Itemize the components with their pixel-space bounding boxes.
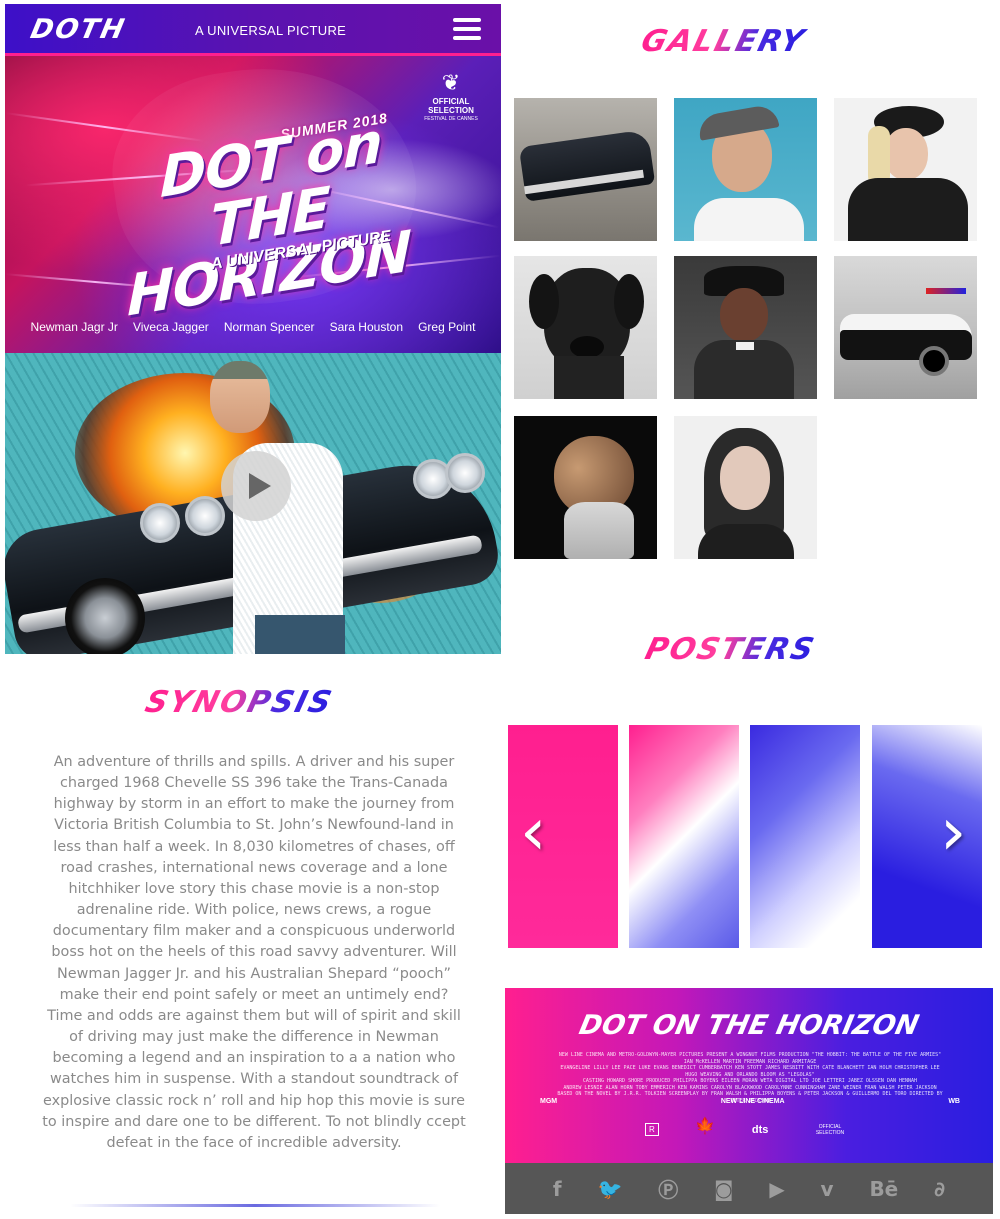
hero-banner: ❦ OFFICIAL SELECTION FESTIVAL DE CANNES …	[5, 56, 501, 353]
rating-badge: R	[645, 1123, 659, 1136]
gallery-thumb-young-woman[interactable]	[674, 416, 817, 559]
poster-thumb[interactable]	[629, 725, 739, 948]
studio-logos: MGM NEW LINE CINEMA WB	[540, 1098, 960, 1105]
header-tagline: A UNIVERSAL PICTURE	[195, 23, 347, 38]
cast-list: Newman Jagr Jr Viveca Jagger Norman Spen…	[5, 320, 501, 334]
gallery-thumb-old-man[interactable]	[514, 416, 657, 559]
synopsis-text: An adventure of thrills and spills. A dr…	[42, 754, 466, 1151]
rating-logos: R 🍁 dts OFFICIAL SELECTION	[645, 1116, 855, 1136]
divider	[70, 1204, 440, 1207]
cast-member[interactable]: Sara Houston	[330, 320, 403, 334]
cast-member[interactable]: Newman Jagr Jr	[31, 320, 118, 334]
banner-title: DOT ON THE HORIZON	[576, 1010, 922, 1041]
facebook-icon[interactable]: f	[553, 1177, 562, 1201]
cast-member[interactable]: Viveca Jagger	[133, 320, 209, 334]
gallery-thumb-car[interactable]	[514, 98, 657, 241]
trailer-video[interactable]	[5, 353, 501, 654]
hamburger-menu-icon[interactable]	[453, 18, 481, 42]
play-icon[interactable]	[221, 451, 291, 521]
new-line-logo: NEW LINE CINEMA	[720, 1098, 785, 1105]
mgm-logo: MGM	[540, 1098, 558, 1105]
billing-block: NEW LINE CINEMA AND METRO-GOLDWYN-MAYER …	[557, 1052, 943, 1104]
chevron-left-icon[interactable]: ‹	[520, 799, 554, 865]
gallery-thumb-woman-hat[interactable]	[834, 98, 977, 241]
chevron-right-icon[interactable]: ›	[940, 799, 974, 865]
vimeo-icon[interactable]: v	[821, 1177, 834, 1201]
twitter-icon[interactable]: 🐦	[597, 1177, 622, 1201]
behance-icon[interactable]: Bē	[869, 1177, 898, 1201]
cast-member[interactable]: Norman Spencer	[224, 320, 315, 334]
deviantart-icon[interactable]: ∂	[934, 1177, 945, 1201]
poster-thumb[interactable]	[750, 725, 860, 948]
cannes-logo: OFFICIAL SELECTION	[815, 1124, 845, 1136]
instagram-icon[interactable]: ◙	[714, 1177, 733, 1201]
top-nav-bar: DOTH A UNIVERSAL PICTURE	[5, 4, 501, 56]
wb-logo: WB	[948, 1098, 960, 1105]
driver-image	[210, 361, 270, 433]
youtube-icon[interactable]: ▶	[769, 1177, 784, 1201]
gallery-thumb-dog[interactable]	[514, 256, 657, 399]
posters-heading: POSTERS	[641, 632, 820, 667]
dts-logo: dts	[751, 1124, 769, 1136]
gallery-thumb-man-cap[interactable]	[674, 98, 817, 241]
palm-laurel-icon: ❦	[441, 70, 461, 95]
gallery-thumb-police-car[interactable]	[834, 256, 977, 399]
gallery-heading: GALLERY	[637, 24, 810, 59]
maple-leaf-icon: 🍁	[695, 1118, 716, 1135]
site-logo[interactable]: DOTH	[28, 14, 129, 45]
synopsis-heading: SYNOPSIS	[141, 685, 337, 720]
gallery-thumb-man-fedora[interactable]	[674, 256, 817, 399]
cast-member[interactable]: Greg Point	[418, 320, 475, 334]
social-links-bar: f 🐦 Ⓟ ◙ ▶ v Bē ∂	[505, 1163, 993, 1214]
pinterest-icon[interactable]: Ⓟ	[658, 1174, 678, 1203]
movie-banner: DOT ON THE HORIZON NEW LINE CINEMA AND M…	[505, 988, 993, 1163]
